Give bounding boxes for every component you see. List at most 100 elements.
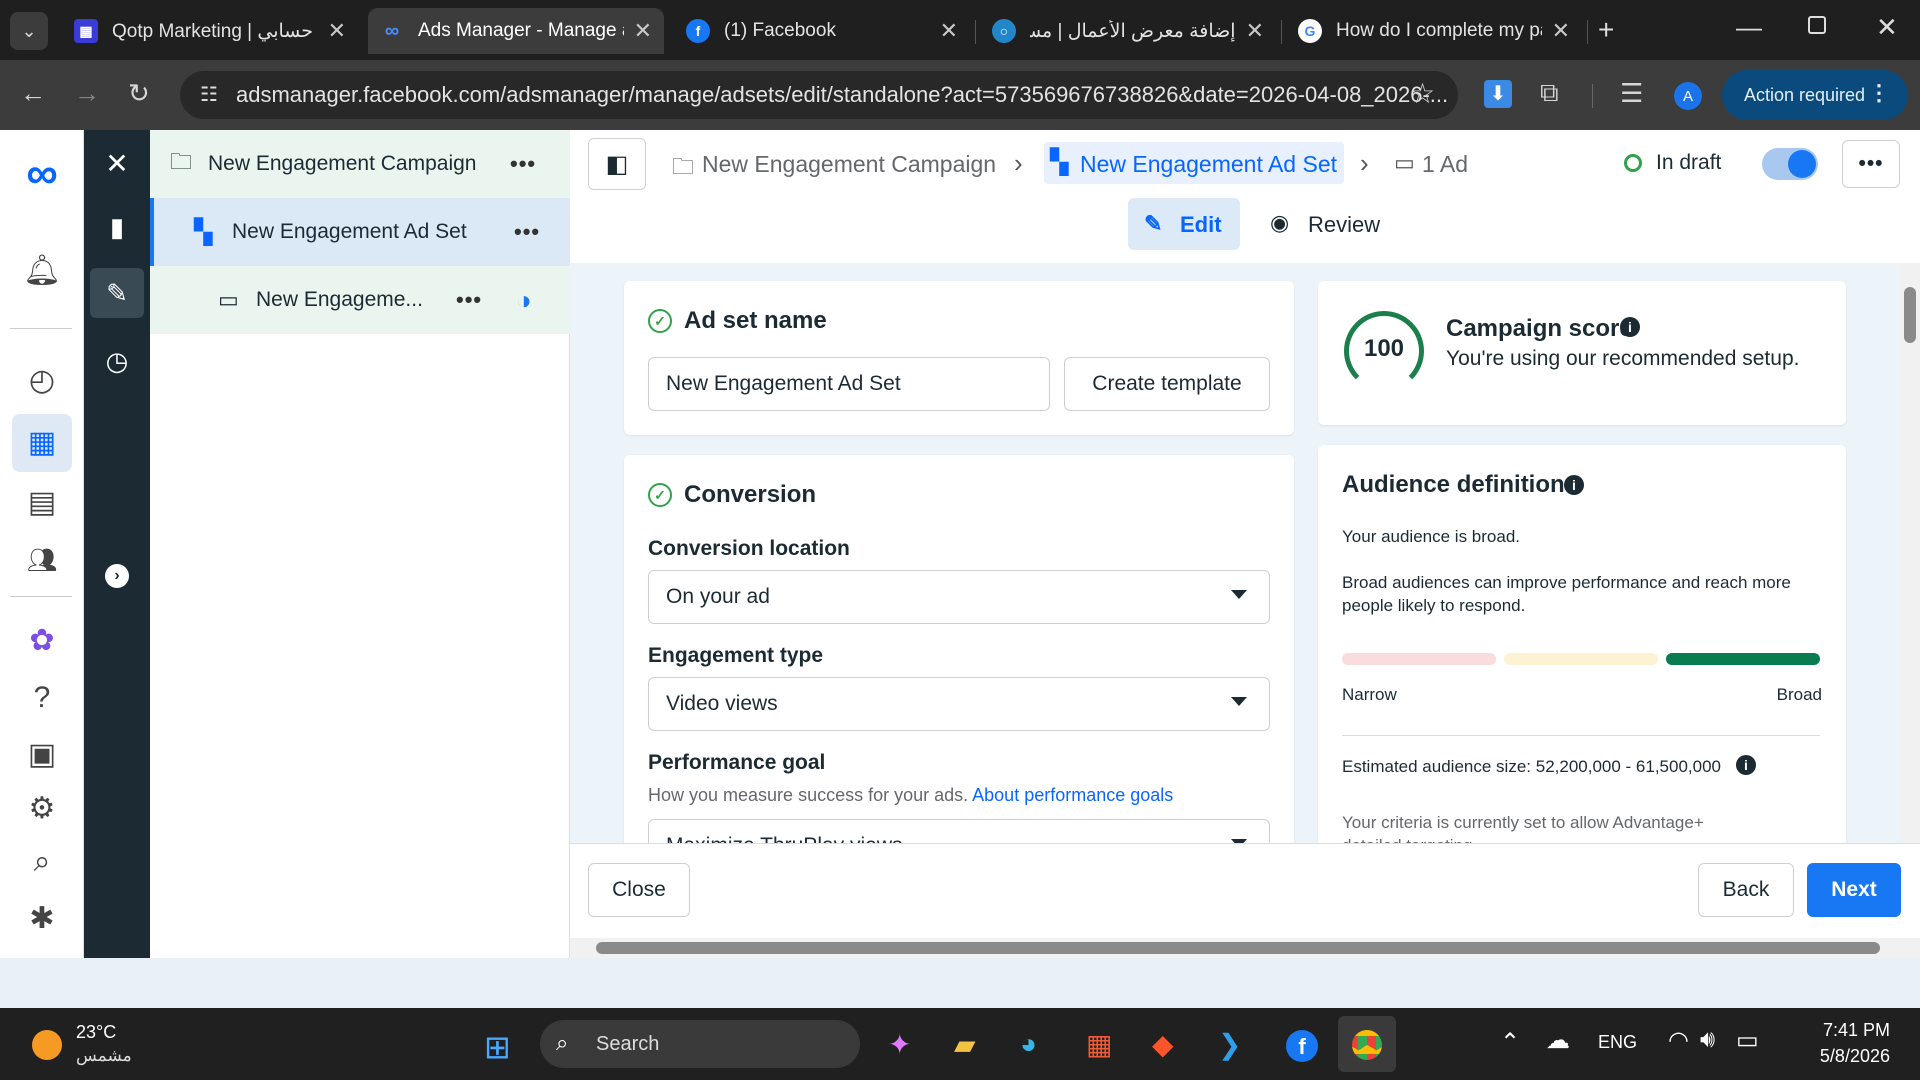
news-feed-icon[interactable]: ▣ bbox=[22, 734, 62, 774]
close-tab-icon[interactable]: ✕ bbox=[328, 18, 346, 44]
performance-goals-link[interactable]: About performance goals bbox=[972, 785, 1173, 805]
tree-item-campaign[interactable]: 🗀︎ New Engagement Campaign ••• bbox=[150, 130, 570, 198]
close-tab-icon[interactable]: ✕ bbox=[940, 18, 958, 44]
mostaql-icon: ○ bbox=[992, 19, 1016, 43]
all-tools-icon[interactable]: ✿ bbox=[22, 620, 62, 660]
browser-tab-facebook[interactable]: f (1) Facebook ✕ bbox=[674, 8, 970, 54]
review-tab[interactable]: ◉ Review bbox=[1260, 198, 1390, 250]
chevron-up-icon[interactable]: ⌃ bbox=[1500, 1028, 1520, 1057]
close-tab-icon[interactable]: ✕ bbox=[634, 18, 652, 44]
edit-tab[interactable]: ✎ Edit bbox=[1128, 198, 1240, 250]
toggle-sidebar-button[interactable]: ◧ bbox=[588, 138, 646, 190]
meter-segment-narrow bbox=[1342, 653, 1496, 665]
search-icon[interactable]: ⌕ bbox=[22, 842, 62, 882]
conversion-location-select[interactable]: On your ad bbox=[648, 570, 1270, 624]
ad-window-icon: ▭ bbox=[1394, 150, 1415, 175]
address-bar[interactable]: ☷ adsmanager.facebook.com/adsmanager/man… bbox=[180, 71, 1458, 119]
engagement-type-select[interactable]: Video views bbox=[648, 677, 1270, 731]
more-options-icon[interactable]: ••• bbox=[510, 151, 536, 177]
close-editor-icon[interactable]: ✕ bbox=[90, 138, 144, 188]
new-tab-button[interactable]: + bbox=[1598, 14, 1614, 46]
forward-arrow-icon[interactable]: → bbox=[74, 78, 100, 109]
store-icon[interactable]: ▦ bbox=[1086, 1028, 1112, 1061]
breadcrumb-ad[interactable]: 1 Ad bbox=[1422, 151, 1468, 178]
cloud-icon[interactable]: ☁ bbox=[1546, 1026, 1570, 1055]
more-options-icon[interactable]: ••• bbox=[514, 219, 540, 245]
wifi-icon[interactable]: ◠ bbox=[1668, 1026, 1689, 1055]
expand-chevron-icon[interactable]: › bbox=[105, 564, 129, 588]
facebook-icon[interactable]: f bbox=[1286, 1030, 1318, 1062]
minimize-button[interactable]: — bbox=[1736, 12, 1762, 43]
create-template-button[interactable]: Create template bbox=[1064, 357, 1270, 411]
bug-report-icon[interactable]: ✱ bbox=[22, 898, 62, 938]
performance-goal-select[interactable]: Maximize ThruPlay views bbox=[648, 819, 1270, 843]
more-actions-button[interactable]: ••• bbox=[1842, 140, 1900, 188]
dashboard-gauge-icon[interactable]: ◴ bbox=[22, 360, 62, 400]
browser-tab-ads-manager[interactable]: ∞ Ads Manager - Manage ads ✕ bbox=[368, 8, 664, 54]
audiences-icon[interactable]: 👥︎ bbox=[22, 540, 62, 580]
horizontal-scrollbar[interactable] bbox=[570, 938, 1920, 958]
breadcrumb-adset[interactable]: ▚ New Engagement Ad Set bbox=[1044, 142, 1344, 184]
battery-icon[interactable]: ▭ bbox=[1736, 1026, 1759, 1055]
taskbar-search[interactable]: ⌕ Search bbox=[540, 1020, 860, 1068]
volume-icon[interactable]: 🔊︎ bbox=[1700, 1026, 1715, 1054]
close-button[interactable]: Close bbox=[588, 863, 690, 917]
info-icon[interactable]: i bbox=[1620, 317, 1640, 337]
chrome-icon[interactable] bbox=[1352, 1030, 1382, 1060]
reports-icon[interactable]: ▤ bbox=[22, 482, 62, 522]
help-icon[interactable]: ? bbox=[22, 678, 62, 718]
dropdown-caret-icon bbox=[1231, 697, 1247, 706]
weather-sun-icon[interactable] bbox=[32, 1030, 62, 1060]
file-explorer-icon[interactable]: ▰ bbox=[954, 1028, 976, 1061]
browser-tab-mostaql[interactable]: ○ إضافة معرض الأعمال | مستقل ✕ bbox=[980, 8, 1276, 54]
history-clock-icon[interactable]: ◷ bbox=[90, 336, 144, 386]
edit-pencil-icon[interactable]: ✎ bbox=[90, 268, 144, 318]
score-value: 100 bbox=[1363, 335, 1405, 362]
vertical-scrollbar[interactable] bbox=[1900, 263, 1920, 843]
audience-definition-card: Audience definition i Your audience is b… bbox=[1318, 445, 1846, 843]
media-queue-icon[interactable]: ☰ bbox=[1620, 78, 1643, 109]
editor-content-scroll[interactable]: ✓ Ad set name New Engagement Ad Set Crea… bbox=[570, 263, 1900, 843]
meta-logo-icon[interactable]: ∞ bbox=[22, 149, 62, 198]
bookmark-star-icon[interactable]: ☆ bbox=[1410, 77, 1435, 110]
tree-item-adset[interactable]: ▚ New Engagement Ad Set ••• bbox=[150, 198, 570, 266]
breadcrumb-campaign[interactable]: New Engagement Campaign bbox=[702, 151, 996, 178]
active-toggle[interactable] bbox=[1762, 148, 1818, 180]
campaign-tree-panel: 🗀︎ New Engagement Campaign ••• ▚ New Eng… bbox=[150, 130, 570, 958]
action-required-button[interactable]: Action required ⋮ bbox=[1722, 70, 1908, 120]
close-tab-icon[interactable]: ✕ bbox=[1552, 18, 1570, 44]
audience-meter bbox=[1342, 653, 1820, 665]
back-arrow-icon[interactable]: ← bbox=[20, 78, 46, 109]
site-settings-icon[interactable]: ☷ bbox=[200, 82, 218, 107]
tab-search-button[interactable]: ⌄ bbox=[10, 12, 48, 50]
browser-tab-google[interactable]: G How do I complete my page ✕ bbox=[1286, 8, 1582, 54]
profile-avatar[interactable]: A bbox=[1674, 82, 1702, 110]
edge-icon[interactable]: ◕ bbox=[1020, 1028, 1037, 1060]
vscode-icon[interactable]: ❯ bbox=[1218, 1028, 1241, 1061]
check-circle-icon: ✓ bbox=[648, 483, 672, 507]
close-tab-icon[interactable]: ✕ bbox=[1246, 18, 1264, 44]
notifications-bell-icon[interactable]: 🔔︎ bbox=[22, 250, 62, 290]
reload-icon[interactable]: ↻ bbox=[128, 78, 150, 109]
download-icon[interactable]: ⬇ bbox=[1484, 80, 1512, 108]
info-icon[interactable]: i bbox=[1736, 755, 1756, 775]
breadcrumb-chevron-icon: › bbox=[1360, 148, 1369, 178]
extensions-icon[interactable]: ⧉ bbox=[1540, 77, 1559, 109]
copilot-icon[interactable]: ✦ bbox=[888, 1028, 911, 1061]
windows-start-icon[interactable]: ⊞ bbox=[484, 1028, 511, 1066]
facebook-icon: f bbox=[686, 19, 710, 43]
settings-gear-icon[interactable]: ⚙ bbox=[22, 788, 62, 828]
info-icon[interactable]: i bbox=[1564, 475, 1584, 495]
adset-name-input[interactable]: New Engagement Ad Set bbox=[648, 357, 1050, 411]
brave-icon[interactable]: ◆ bbox=[1152, 1028, 1174, 1061]
browser-tab-qotp[interactable]: ▦ Qotp Marketing | حسابي ✕ bbox=[62, 8, 358, 54]
more-options-icon[interactable]: ••• bbox=[456, 287, 482, 313]
campaigns-table-icon[interactable]: ▦ bbox=[22, 422, 62, 462]
more-vertical-icon: ⋮ bbox=[1868, 80, 1890, 105]
next-button[interactable]: Next bbox=[1807, 863, 1901, 917]
back-button[interactable]: Back bbox=[1698, 863, 1794, 917]
restore-button[interactable] bbox=[1808, 16, 1826, 34]
close-window-button[interactable]: ✕ bbox=[1876, 12, 1898, 43]
performance-chart-icon[interactable]: ▮ bbox=[90, 202, 144, 252]
tree-item-ad[interactable]: ▭ New Engageme... ••• ◑ bbox=[150, 266, 570, 334]
